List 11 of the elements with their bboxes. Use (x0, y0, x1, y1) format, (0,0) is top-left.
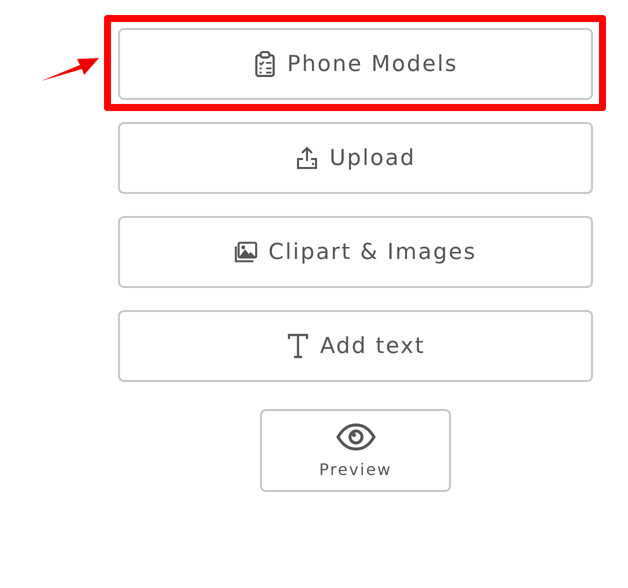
images-icon (234, 239, 258, 265)
tool-button[interactable]: Add text (118, 310, 593, 382)
tool-button[interactable]: Phone Models (118, 28, 593, 100)
eye-icon (336, 422, 376, 452)
pointer-arrow (40, 55, 100, 83)
text-icon (286, 333, 310, 359)
upload-icon (295, 145, 320, 171)
clipboard-icon (253, 51, 278, 77)
preview-button[interactable]: Preview (260, 409, 451, 492)
tool-button[interactable]: Clipart & Images (118, 216, 593, 288)
tool-button[interactable]: Upload (118, 122, 593, 194)
